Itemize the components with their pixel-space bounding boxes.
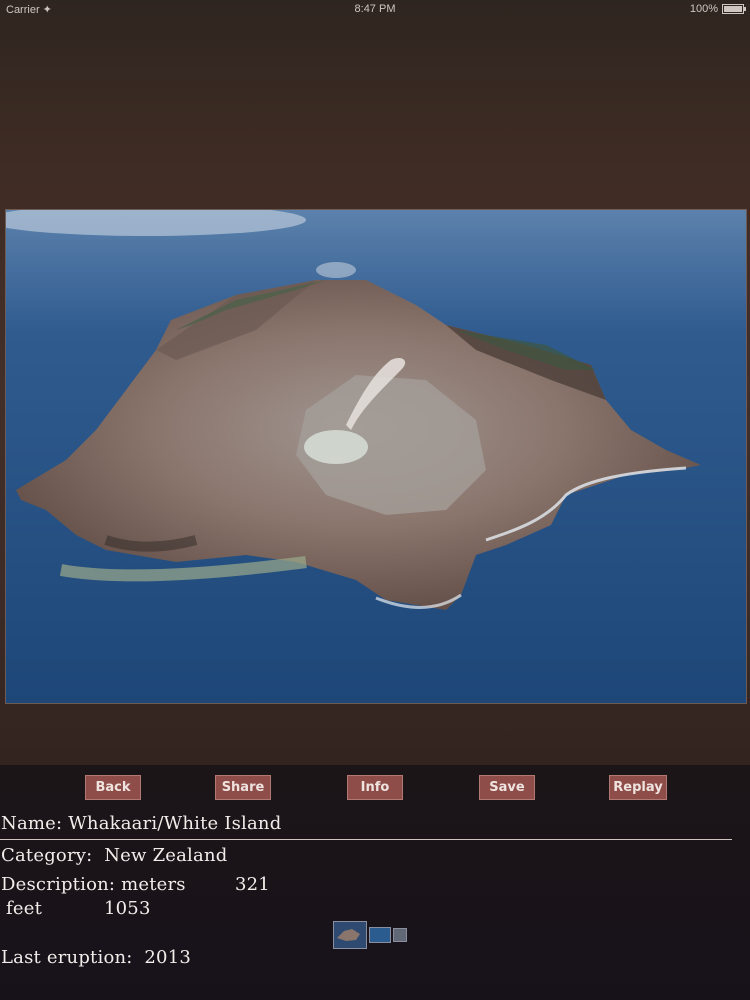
cutoff-text-row bbox=[0, 992, 750, 1000]
volcano-photo bbox=[5, 209, 747, 704]
thumbnail-strip bbox=[333, 921, 407, 949]
replay-button[interactable]: Replay bbox=[609, 775, 667, 800]
status-bar: Carrier ✦ 8:47 PM 100% bbox=[0, 0, 750, 20]
feet-value: 1053 bbox=[104, 898, 151, 919]
thumbnail-2[interactable] bbox=[369, 927, 391, 943]
last-eruption-row: Last eruption: 2013 bbox=[1, 947, 191, 968]
feet-label: feet bbox=[6, 898, 43, 919]
description-row: Description: meters bbox=[1, 874, 186, 895]
name-divider bbox=[0, 839, 732, 840]
battery-indicator: 100% bbox=[689, 3, 746, 15]
share-button[interactable]: Share bbox=[215, 775, 271, 800]
last-eruption-value: 2013 bbox=[144, 947, 191, 968]
last-eruption-label: Last eruption: bbox=[1, 947, 133, 968]
thumbnail-1[interactable] bbox=[333, 921, 367, 949]
save-button[interactable]: Save bbox=[479, 775, 535, 800]
battery-percent: 100% bbox=[689, 3, 718, 15]
back-button[interactable]: Back bbox=[85, 775, 141, 800]
meters-label: meters bbox=[121, 874, 186, 895]
name-value: Whakaari/White Island bbox=[68, 813, 282, 834]
battery-icon bbox=[722, 4, 746, 14]
info-button[interactable]: Info bbox=[347, 775, 403, 800]
name-row: Name: Whakaari/White Island bbox=[1, 813, 281, 834]
category-value: New Zealand bbox=[104, 845, 228, 866]
status-time: 8:47 PM bbox=[354, 3, 396, 15]
thumbnail-3[interactable] bbox=[393, 928, 407, 942]
meters-value: 321 bbox=[235, 874, 270, 895]
category-row: Category: New Zealand bbox=[1, 845, 227, 866]
description-label: Description: bbox=[1, 874, 116, 895]
name-label: Name: bbox=[1, 813, 63, 834]
category-label: Category: bbox=[1, 845, 93, 866]
